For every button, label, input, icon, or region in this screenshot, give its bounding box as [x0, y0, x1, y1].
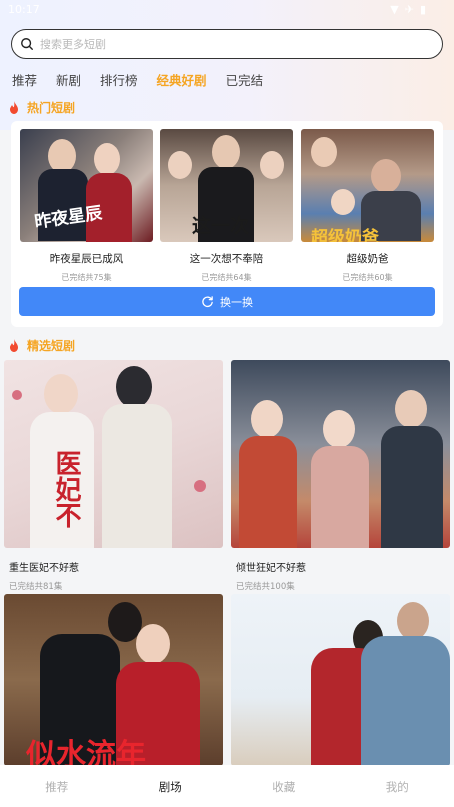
fire-icon — [10, 339, 18, 352]
tab-new[interactable]: 新剧 — [56, 70, 81, 90]
hot-drama-meta: 已完结共60集 — [342, 273, 393, 282]
nav-theater[interactable]: 剧场 — [114, 765, 228, 807]
picked-drama-item[interactable]: 医妃不 重生医妃不好惹 已完结共81集 — [4, 360, 223, 592]
picked-drama-title: 重生医妃不好惹 — [9, 563, 79, 574]
picked-section-title: 精选短剧 — [27, 339, 76, 353]
hot-drama-item[interactable]: 这一次 这一次想不奉陪 已完结共64集 — [160, 129, 293, 283]
picked-drama-item[interactable]: 似水流年 — [4, 594, 223, 766]
hot-section-header: 热门短剧 — [9, 99, 75, 116]
status-icons: ▼✈▮ — [390, 3, 432, 16]
hot-drama-item[interactable]: 超级奶爸 超级奶爸 已完结共60集 — [301, 129, 434, 283]
fire-icon — [10, 101, 18, 114]
status-bar: 10:17 ▼✈▮ — [0, 0, 454, 20]
nav-mine[interactable]: 我的 — [341, 765, 454, 807]
hot-drama-title: 超级奶爸 — [346, 253, 389, 265]
hot-drama-cover-title: 这一次 — [192, 215, 250, 237]
hot-drama-title: 这一次想不奉陪 — [189, 253, 264, 265]
picked-drama-item[interactable]: 倾世狂妃不好惹 已完结共100集 — [231, 360, 450, 592]
hot-drama-meta: 已完结共64集 — [201, 273, 252, 282]
refresh-label: 换一换 — [220, 295, 253, 309]
hot-drama-cover[interactable]: 超级奶爸 — [301, 129, 434, 242]
nav-favorites[interactable]: 收藏 — [227, 765, 341, 807]
picked-drama-cover-title: 医妃不 — [51, 450, 81, 528]
hot-drama-meta: 已完结共75集 — [61, 273, 112, 282]
tab-ranking[interactable]: 排行榜 — [100, 70, 138, 90]
hot-drama-cover-title: 超级奶爸 — [311, 228, 379, 242]
tab-recommend[interactable]: 推荐 — [12, 70, 37, 90]
hot-drama-cover[interactable]: 昨夜星辰 — [20, 129, 153, 242]
picked-drama-meta: 已完结共100集 — [236, 582, 295, 592]
wifi-icon: ▼ — [390, 3, 405, 16]
airplane-icon: ✈ — [404, 3, 420, 16]
status-time: 10:17 — [8, 3, 40, 16]
picked-drama-item[interactable] — [231, 594, 450, 766]
hot-drama-item[interactable]: 昨夜星辰 昨夜星辰已成风 已完结共75集 — [20, 129, 153, 283]
hot-drama-title: 昨夜星辰已成风 — [49, 253, 124, 265]
picked-drama-title: 倾世狂妃不好惹 — [236, 563, 306, 574]
picked-drama-cover[interactable] — [231, 594, 450, 766]
picked-section-header: 精选短剧 — [9, 337, 75, 354]
hot-dramas-card: 昨夜星辰 昨夜星辰已成风 已完结共75集 这一次 这一次想不奉陪 已完结共64集… — [11, 121, 443, 327]
picked-drama-cover[interactable] — [231, 360, 450, 548]
picked-drama-meta: 已完结共81集 — [9, 582, 63, 592]
picked-drama-cover[interactable]: 似水流年 — [4, 594, 223, 766]
battery-icon: ▮ — [419, 3, 432, 16]
hot-drama-cover[interactable]: 这一次 — [160, 129, 293, 242]
hot-section-title: 热门短剧 — [27, 101, 76, 115]
tab-completed[interactable]: 已完结 — [226, 70, 264, 90]
search-placeholder: 搜索更多短剧 — [40, 38, 106, 51]
picked-drama-cover[interactable]: 医妃不 — [4, 360, 223, 548]
bottom-navigation: 推荐 剧场 收藏 我的 — [0, 765, 454, 807]
refresh-icon — [202, 296, 213, 308]
search-icon — [21, 38, 33, 50]
category-tabs: 推荐 新剧 排行榜 经典好剧 已完结 — [12, 70, 282, 90]
search-input[interactable]: 搜索更多短剧 — [11, 29, 443, 59]
tab-classic[interactable]: 经典好剧 — [157, 70, 207, 90]
nav-recommend[interactable]: 推荐 — [0, 765, 114, 807]
refresh-button[interactable]: 换一换 — [19, 287, 435, 316]
picked-drama-cover-title: 似水流年 — [26, 738, 146, 766]
